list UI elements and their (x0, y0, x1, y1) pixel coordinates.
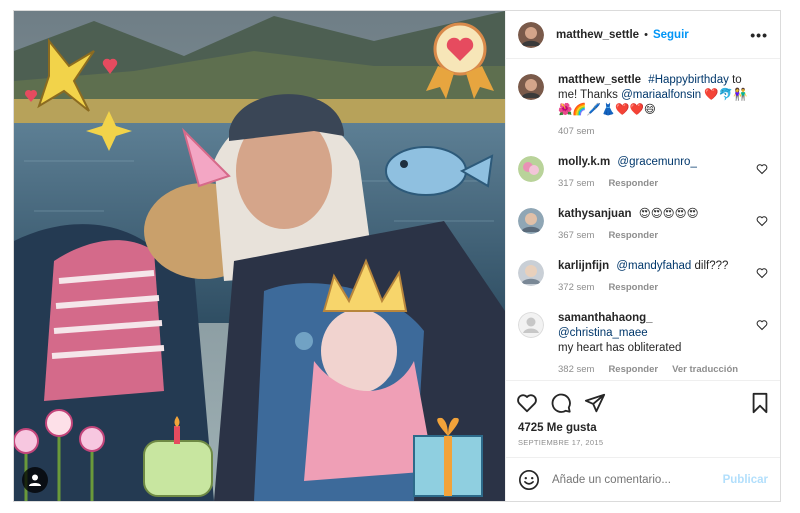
comment-body: samanthahaong_ @christina_maee my heart … (558, 311, 768, 377)
comments-list: matthew_settle #Happybirthday to me! Tha… (506, 59, 780, 380)
see-translation-button[interactable]: Ver traducción (672, 362, 738, 377)
comment-username[interactable]: molly.k.m (558, 156, 610, 168)
comment-body: kathysanjuan 😍😍😍😍😍 367 sem Responder (558, 207, 768, 243)
comment-username[interactable]: kathysanjuan (558, 208, 632, 220)
comment-username[interactable]: samanthahaong_ (558, 312, 653, 324)
caption-body: matthew_settle #Happybirthday to me! Tha… (558, 73, 768, 139)
person-icon (29, 474, 41, 486)
post-photo[interactable] (14, 11, 505, 501)
comment-icon[interactable] (550, 392, 572, 414)
post-header: matthew_settle • Seguir ••• (506, 11, 780, 59)
author-avatar[interactable] (518, 21, 544, 48)
comment-like-heart-icon[interactable] (756, 319, 768, 331)
comment-time[interactable]: 367 sem (558, 228, 594, 243)
reply-button[interactable]: Responder (608, 228, 658, 243)
comment-text: my heart has obliterated (558, 342, 682, 354)
commenter-avatar[interactable] (518, 312, 544, 338)
commenter-avatar[interactable] (518, 260, 544, 286)
smiley-icon[interactable] (518, 469, 540, 491)
post-date[interactable]: SEPTIEMBRE 17, 2015 (506, 434, 780, 457)
comment-username[interactable]: karlijnfijn (558, 260, 609, 272)
bookmark-icon[interactable] (750, 392, 770, 414)
comment-item: kathysanjuan 😍😍😍😍😍 367 sem Responder (518, 207, 768, 243)
add-comment-bar: Publicar (506, 457, 780, 501)
commenter-avatar[interactable] (518, 208, 544, 234)
caption-avatar[interactable] (518, 74, 544, 100)
comment-text: 😍😍😍😍😍 (638, 208, 699, 220)
publish-button[interactable]: Publicar (723, 474, 768, 486)
reply-button[interactable]: Responder (608, 176, 658, 191)
comment-mention[interactable]: @gracemunro_ (617, 156, 696, 168)
comment-like-heart-icon[interactable] (756, 215, 768, 227)
action-bar (506, 380, 780, 424)
likes-count[interactable]: 4725 Me gusta (506, 422, 780, 434)
comment-like-heart-icon[interactable] (756, 163, 768, 175)
comment-mention[interactable]: @mandyfahad (616, 260, 691, 272)
caption: matthew_settle #Happybirthday to me! Tha… (518, 73, 768, 139)
caption-emojis-2: 🌺🌈🖊️👗❤️❤️😄 (558, 104, 656, 116)
separator-dot: • (644, 28, 648, 41)
comment-item: molly.k.m @gracemunro_ 317 sem Responder (518, 155, 768, 191)
comment-mention[interactable]: @christina_maee (558, 327, 648, 339)
send-icon[interactable] (584, 392, 606, 414)
follow-button[interactable]: Seguir (653, 29, 689, 41)
reply-button[interactable]: Responder (608, 362, 658, 377)
author-username[interactable]: matthew_settle (556, 29, 639, 41)
photo-illustration (14, 11, 505, 501)
comment-input[interactable] (552, 473, 723, 486)
commenter-avatar[interactable] (518, 156, 544, 182)
comment-body: molly.k.m @gracemunro_ 317 sem Responder (558, 155, 768, 191)
comment-item: karlijnfijn @mandyfahad dilf??? 372 sem … (518, 259, 768, 295)
comment-body: karlijnfijn @mandyfahad dilf??? 372 sem … (558, 259, 768, 295)
heart-icon[interactable] (516, 392, 538, 414)
caption-mention[interactable]: @mariaalfonsin (621, 89, 701, 101)
caption-hashtag[interactable]: #Happybirthday (648, 74, 729, 86)
comment-time[interactable]: 317 sem (558, 176, 594, 191)
post-sidebar: matthew_settle • Seguir ••• matthew_sett… (505, 11, 780, 501)
comment-time[interactable]: 382 sem (558, 362, 594, 377)
caption-username[interactable]: matthew_settle (558, 74, 641, 86)
comment-like-heart-icon[interactable] (756, 267, 768, 279)
comment-time[interactable]: 372 sem (558, 280, 594, 295)
instagram-post: matthew_settle • Seguir ••• matthew_sett… (13, 10, 781, 502)
user-tag-button[interactable] (22, 467, 48, 493)
caption-emojis-1: ❤️🐬👫 (704, 89, 748, 101)
reply-button[interactable]: Responder (608, 280, 658, 295)
caption-time[interactable]: 407 sem (558, 124, 594, 139)
more-options-icon[interactable]: ••• (750, 27, 768, 43)
comment-item: samanthahaong_ @christina_maee my heart … (518, 311, 768, 377)
comment-text: dilf??? (694, 260, 729, 272)
